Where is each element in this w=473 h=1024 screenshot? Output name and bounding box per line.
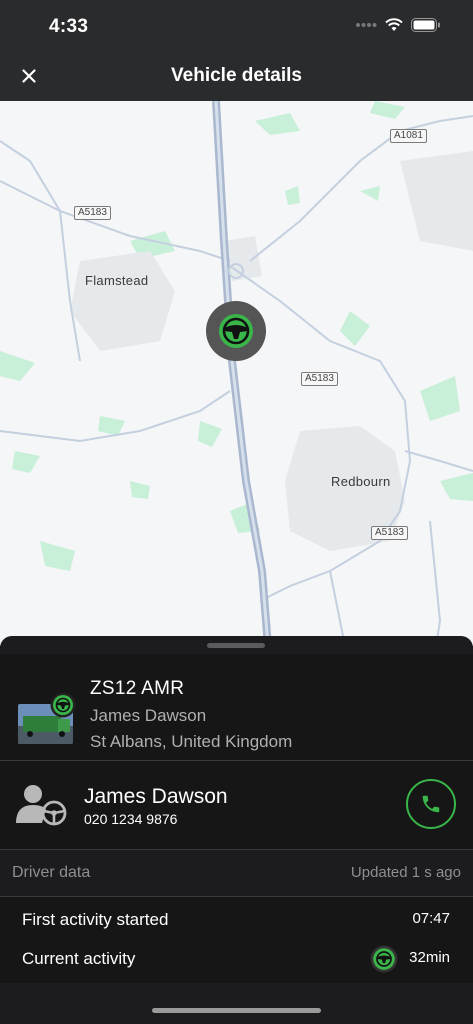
activity-value: 07:47 [412,910,450,927]
vehicle-location: St Albans, United Kingdom [90,732,293,751]
nav-header: Vehicle details [0,52,473,101]
road-label: A1081 [390,129,427,143]
phone-icon [422,795,440,813]
activity-label: Current activity [22,949,136,968]
driver-row[interactable]: James Dawson 020 1234 9876 [0,761,473,849]
driver-phone: 020 1234 9876 [84,811,178,827]
map-view[interactable]: A1081 A5183 A5183 A5183 Flamstead Redbou… [0,101,473,646]
road-label: A5183 [74,206,111,220]
driver-name: James Dawson [84,785,228,808]
activity-value: 32min [409,949,450,966]
driving-icon [370,945,398,973]
steering-wheel-icon [206,301,266,361]
list-item: Current activity 32min [0,940,473,978]
map-canvas [0,101,473,646]
vehicle-summary[interactable]: ZS12 AMR James Dawson St Albans, United … [0,654,473,771]
list-item: First activity started 07:47 [0,901,473,939]
road-label: A5183 [301,372,338,386]
page-title: Vehicle details [171,65,302,86]
place-label: Redbourn [331,474,391,489]
status-icons [355,18,441,32]
road-label: A5183 [371,526,408,540]
vehicle-driver: James Dawson [90,706,207,725]
vehicle-marker[interactable] [206,301,266,361]
activity-list: First activity started 07:47 Current act… [0,897,473,983]
updated-timestamp: Updated 1 s ago [350,864,461,881]
place-label: Flamstead [85,273,149,288]
sheet-grabber[interactable] [207,643,265,648]
vehicle-plate: ZS12 AMR [90,678,185,699]
status-time: 4:33 [49,16,89,37]
activity-label: First activity started [22,910,169,929]
driver-avatar-icon [16,783,68,827]
vehicle-status-icon [50,692,76,718]
status-bar: 4:33 [0,0,473,52]
battery-icon [411,18,440,32]
section-title: Driver data [12,864,91,881]
driver-data-header: Driver data Updated 1 s ago [0,850,473,896]
signal-icon [356,23,377,27]
call-button[interactable] [406,779,456,829]
bottom-sheet: ZS12 AMR James Dawson St Albans, United … [0,636,473,1024]
wifi-icon [385,18,403,31]
home-indicator[interactable] [152,1008,321,1013]
